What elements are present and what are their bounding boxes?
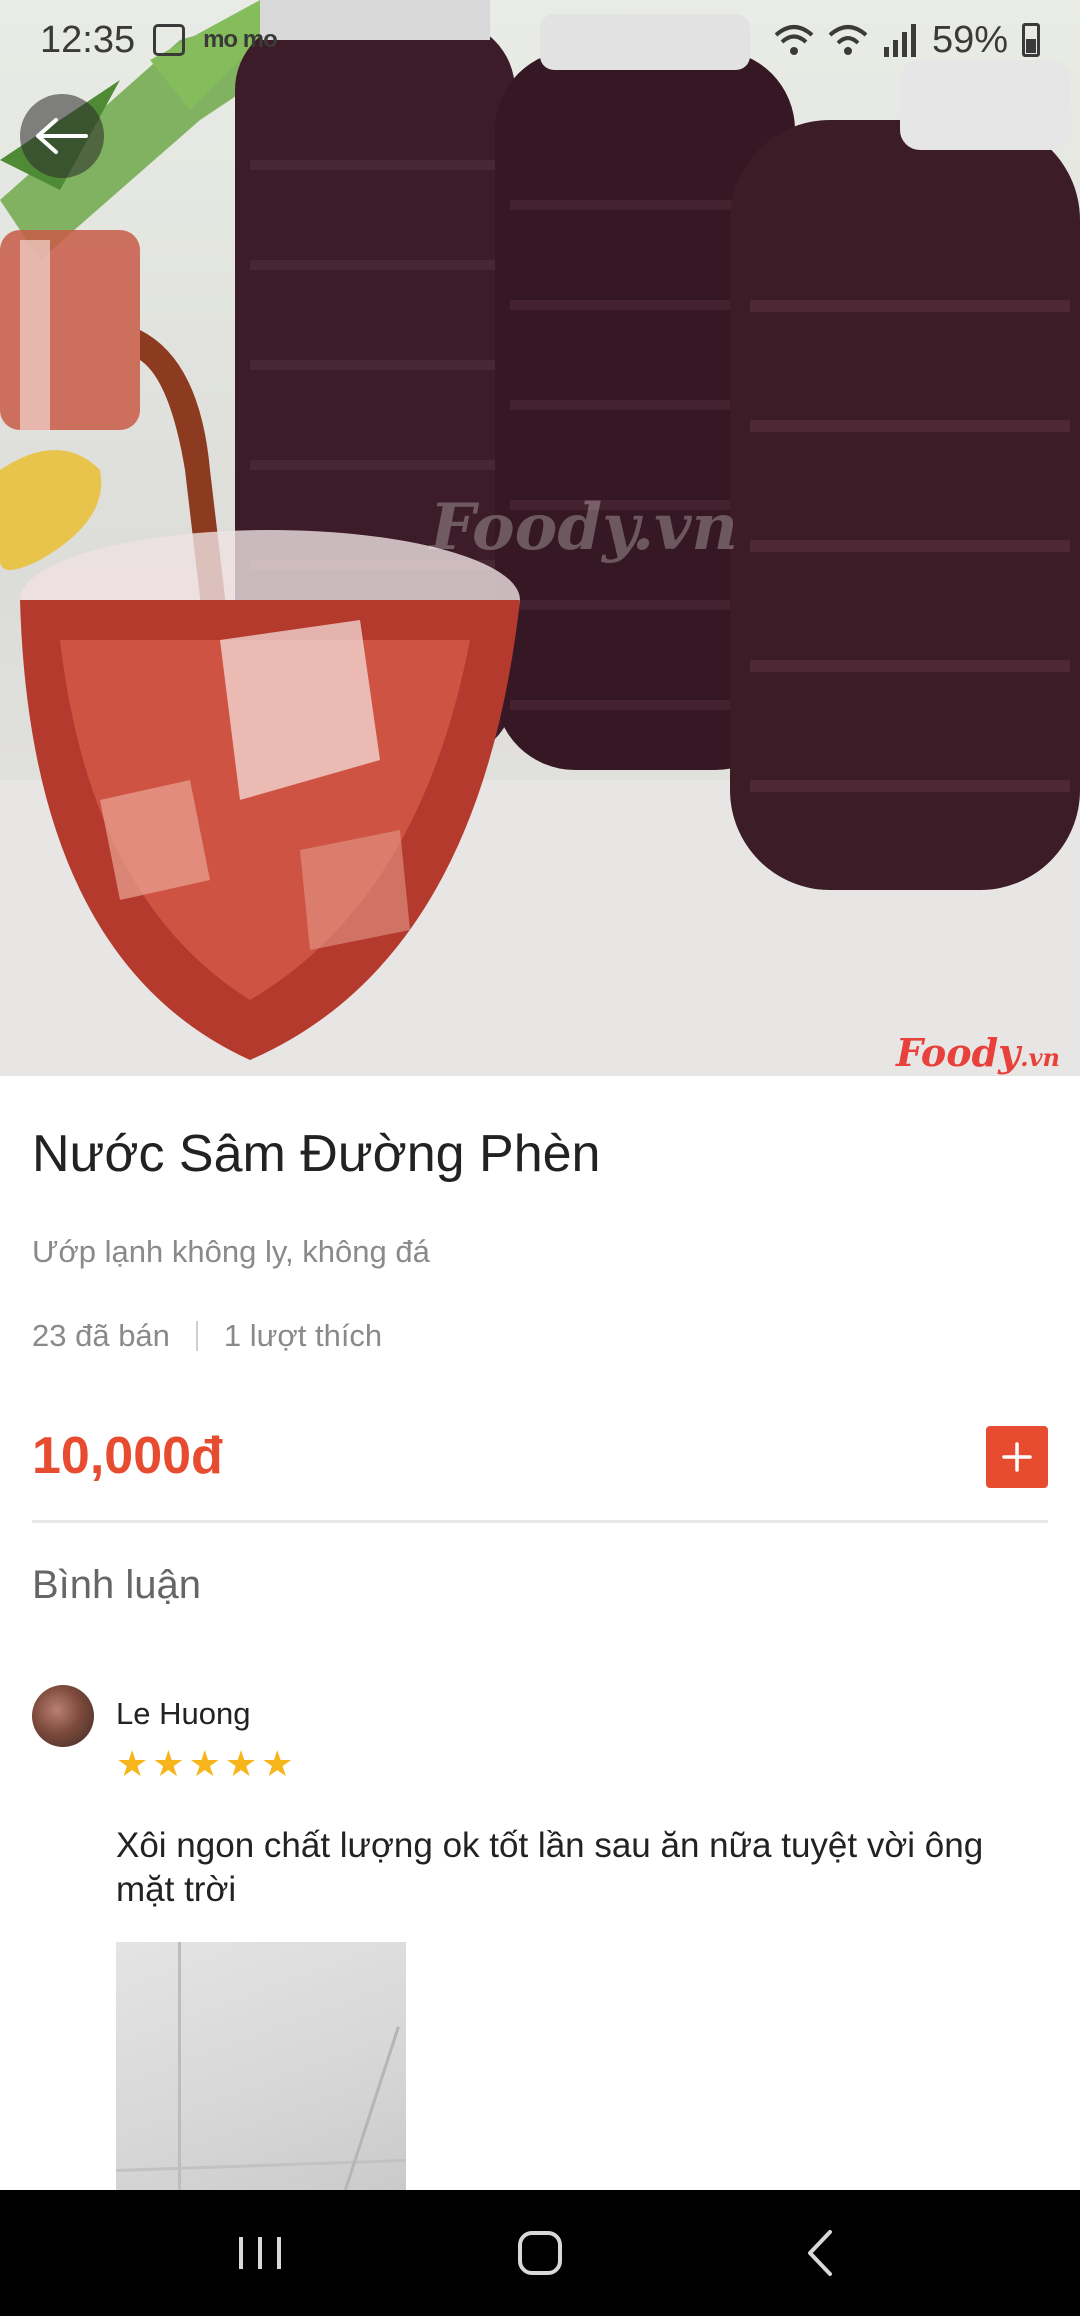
tile-line <box>335 2026 400 2202</box>
watermark-suffix: .vn <box>1020 1043 1060 1072</box>
center-watermark: Foody.vn <box>430 490 738 565</box>
notification-icon: mo mo <box>203 26 278 53</box>
like-count: 1 lượt thích <box>223 1318 383 1353</box>
watermark-main: Foody <box>896 1030 1021 1075</box>
signal-icon <box>883 24 916 57</box>
star-icon: ★ <box>152 1743 185 1784</box>
comments-heading: Bình luận <box>32 1563 202 1607</box>
product-description: Ướp lạnh không ly, không đá <box>32 1234 430 1269</box>
system-navigation-bar <box>0 2190 1080 2316</box>
stats-divider <box>195 1321 198 1351</box>
home-button[interactable] <box>490 2213 590 2293</box>
product-title: Nước Sâm Đường Phèn <box>32 1125 601 1183</box>
back-button[interactable] <box>20 94 104 178</box>
battery-percent: 59% <box>931 18 1008 61</box>
recent-apps-icon <box>239 2237 281 2269</box>
star-icon: ★ <box>116 1743 149 1784</box>
home-icon <box>518 2231 562 2275</box>
battery-icon <box>1022 23 1040 57</box>
wifi-icon <box>774 25 814 55</box>
status-right: 59% <box>774 19 1040 62</box>
gallery-icon <box>153 24 186 56</box>
section-divider <box>32 1520 1048 1523</box>
review-photo[interactable] <box>116 1942 406 2202</box>
status-left: 12:35 mo mo <box>40 18 278 62</box>
recent-apps-button[interactable] <box>210 2213 310 2293</box>
wifi-call-icon <box>828 25 868 55</box>
tile-line <box>116 2158 406 2173</box>
star-icon: ★ <box>224 1743 258 1784</box>
star-icon: ★ <box>261 1743 294 1784</box>
rating-stars: ★ ★ ★ ★ ★ <box>116 1746 293 1782</box>
reviewer-avatar[interactable] <box>32 1685 94 1747</box>
sold-count: 23 đã bán <box>32 1318 170 1353</box>
review-text: Xôi ngon chất lượng ok tốt lần sau ăn nữ… <box>116 1826 984 1909</box>
star-icon: ★ <box>188 1743 221 1784</box>
reviewer-name[interactable]: Le Huong <box>116 1696 250 1732</box>
add-to-cart-button[interactable] <box>986 1426 1048 1488</box>
system-back-button[interactable] <box>770 2213 870 2293</box>
plus-icon <box>1002 1442 1032 1472</box>
status-time: 12:35 <box>40 18 136 61</box>
tile-line <box>178 1942 181 2202</box>
product-stats: 23 đã bán 1 lượt thích <box>32 1318 382 1354</box>
status-bar: 12:35 mo mo 59% <box>0 0 1080 80</box>
arrow-left-icon <box>36 118 88 154</box>
foody-watermark: Foody.vn <box>896 1030 1060 1075</box>
chevron-left-icon <box>808 2230 832 2276</box>
product-price: 10,000đ <box>32 1427 223 1485</box>
